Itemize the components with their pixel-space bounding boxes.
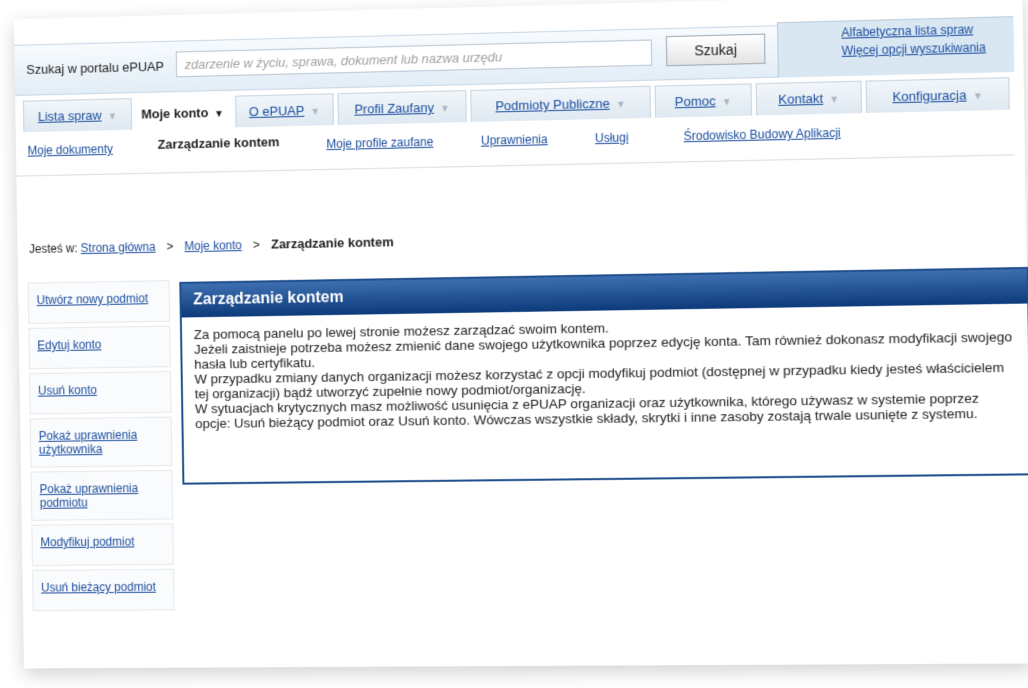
- chevron-down-icon: ▼: [310, 97, 320, 129]
- menu-item-kontakt[interactable]: Kontakt ▼: [756, 81, 862, 116]
- menu-item-label: Podmioty Publiczne: [495, 96, 610, 114]
- menu-item-label: Lista spraw: [38, 108, 102, 124]
- menu-item-profil-zaufany[interactable]: Profil Zaufany ▼: [337, 90, 466, 125]
- breadcrumb-separator: >: [166, 240, 173, 254]
- menu-item-moje-konto[interactable]: Moje konto ▼: [134, 96, 232, 130]
- sidebar-item-delete-current-entity[interactable]: Usuń bieżący podmiot: [32, 569, 175, 611]
- breadcrumb: Jesteś w: Strona główna > Moje konto > Z…: [29, 234, 394, 256]
- chevron-down-icon: ▼: [722, 87, 733, 119]
- submenu-item-uprawnienia[interactable]: Uprawnienia: [481, 132, 548, 147]
- breadcrumb-link-home[interactable]: Strona główna: [81, 240, 156, 255]
- submenu-item-moje-dokumenty[interactable]: Moje dokumenty: [27, 142, 113, 158]
- breadcrumb-separator: >: [253, 238, 260, 252]
- submenu-item-zarzadzanie-kontem[interactable]: Zarządzanie kontem: [158, 134, 280, 152]
- search-button[interactable]: Szukaj: [666, 34, 766, 67]
- sidebar-item-create-entity[interactable]: Utwórz nowy podmiot: [28, 280, 170, 324]
- sidebar-item-edit-account[interactable]: Edytuj konto: [28, 326, 170, 370]
- chevron-down-icon: ▼: [972, 81, 983, 114]
- sidebar-item-modify-entity[interactable]: Modyfikuj podmiot: [31, 523, 174, 566]
- panel-body: Za pomocą panelu po lewej stronie możesz…: [182, 304, 1028, 442]
- chevron-down-icon: ▼: [107, 101, 117, 133]
- more-search-options-link[interactable]: Więcej opcji wyszukiwania: [842, 39, 1015, 57]
- breadcrumb-link-my-account[interactable]: Moje konto: [184, 238, 242, 253]
- menu-item-pomoc[interactable]: Pomoc ▼: [655, 83, 753, 117]
- menu-item-podmioty-publiczne[interactable]: Podmioty Publiczne ▼: [470, 86, 651, 122]
- epuap-page: Szukaj w portalu ePUAP Szukaj Alfabetycz…: [14, 0, 1028, 668]
- sidebar-item-user-permissions[interactable]: Pokaż uprawnienia użytkownika: [30, 417, 173, 468]
- submenu-divider: [16, 154, 1014, 176]
- menu-item-label: O ePUAP: [249, 103, 305, 119]
- chevron-down-icon: ▼: [214, 99, 224, 131]
- sidebar: Utwórz nowy podmiot Edytuj konto Usuń ko…: [28, 280, 179, 615]
- menu-item-o-epuap[interactable]: O ePUAP ▼: [235, 93, 334, 127]
- breadcrumb-current: Zarządzanie kontem: [271, 234, 394, 251]
- sidebar-item-entity-permissions[interactable]: Pokaż uprawnienia podmiotu: [31, 470, 174, 521]
- chevron-down-icon: ▼: [615, 89, 625, 121]
- submenu-item-uslugi[interactable]: Usługi: [595, 130, 629, 145]
- submenu-item-srodowisko-budowy-aplikacji[interactable]: Środowisko Budowy Aplikacji: [683, 126, 840, 144]
- search-input[interactable]: [176, 39, 652, 77]
- menu-item-label: Pomoc: [675, 93, 716, 109]
- breadcrumb-prefix: Jesteś w:: [29, 241, 78, 256]
- submenu-item-moje-profile-zaufane[interactable]: Moje profile zaufane: [326, 135, 433, 151]
- chevron-down-icon: ▼: [829, 84, 840, 117]
- menu-item-label: Moje konto: [141, 105, 208, 121]
- chevron-down-icon: ▼: [440, 94, 450, 126]
- sidebar-item-delete-account[interactable]: Usuń konto: [29, 371, 171, 414]
- search-label: Szukaj w portalu ePUAP: [26, 59, 164, 77]
- menu-item-label: Konfiguracja: [892, 87, 966, 104]
- menu-item-lista-spraw[interactable]: Lista spraw ▼: [23, 98, 132, 132]
- alphabetical-list-link[interactable]: Alfabetyczna lista spraw: [841, 21, 1014, 40]
- account-management-panel: Zarządzanie kontem Za pomocą panelu po l…: [179, 267, 1028, 485]
- menu-item-label: Profil Zaufany: [354, 100, 434, 117]
- menu-item-konfiguracja[interactable]: Konfiguracja ▼: [866, 77, 1010, 113]
- search-links: Alfabetyczna lista spraw Więcej opcji wy…: [777, 16, 1014, 78]
- menu-item-label: Kontakt: [778, 91, 823, 107]
